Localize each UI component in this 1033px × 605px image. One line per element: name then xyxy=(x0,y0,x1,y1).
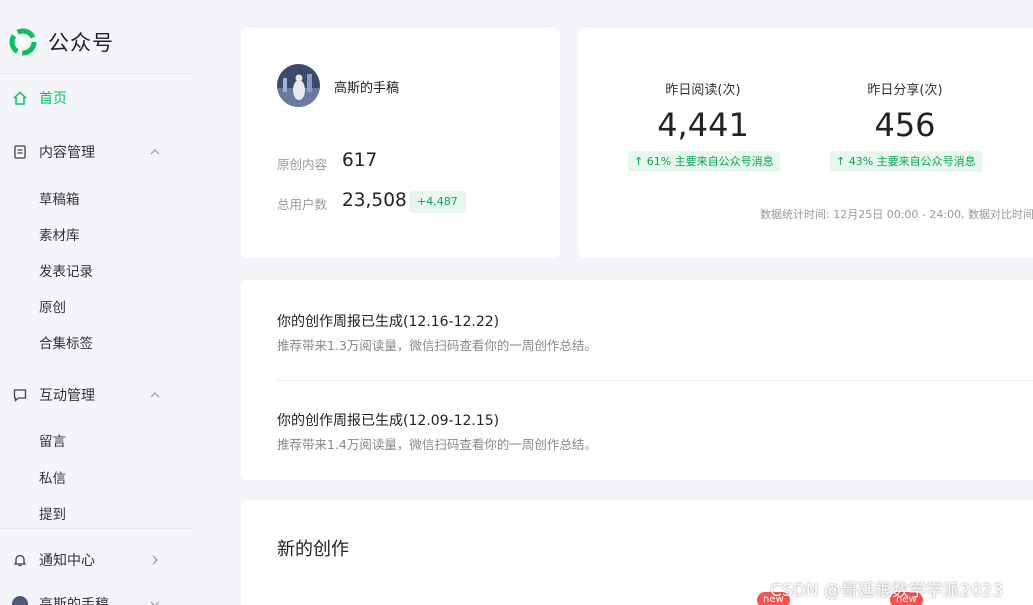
report-title: 你的创作周报已生成(12.16-12.22) xyxy=(277,314,500,330)
sidebar-item-original[interactable]: 原创 xyxy=(39,298,66,318)
home-icon xyxy=(12,90,28,106)
report-title: 你的创作周报已生成(12.09-12.15) xyxy=(277,413,500,429)
chevron-up-icon xyxy=(150,149,160,155)
sidebar-item-label: 首页 xyxy=(39,91,67,107)
brand[interactable]: 公众号 xyxy=(8,26,114,58)
sidebar-item-collection-tags[interactable]: 合集标签 xyxy=(39,334,93,354)
divider xyxy=(277,380,1033,381)
chevron-down-icon xyxy=(150,601,160,605)
total-users-label: 总用户数 xyxy=(277,197,328,212)
sidebar-item-private-messages[interactable]: 私信 xyxy=(39,469,66,489)
sidebar-item-mentions[interactable]: 提到 xyxy=(39,505,66,525)
sidebar-item-comments[interactable]: 留言 xyxy=(39,432,66,452)
reads-value: 4,441 xyxy=(657,106,749,144)
account-name: 高斯的手稿 xyxy=(334,81,400,96)
divider xyxy=(0,528,192,529)
weekly-reports-card: 你的创作周报已生成(12.16-12.22) 推荐带来1.3万阅读量，微信扫码查… xyxy=(241,280,1033,480)
message-icon xyxy=(12,387,28,403)
wechat-official-logo-icon xyxy=(9,28,37,56)
avatar[interactable] xyxy=(277,64,320,107)
sidebar-item-library[interactable]: 素材库 xyxy=(39,226,80,246)
chevron-up-icon xyxy=(150,392,160,398)
chevron-right-icon xyxy=(152,555,158,565)
account-avatar xyxy=(12,596,28,605)
shares-change-badge: ↑ 43% 主要来自公众号消息 xyxy=(830,151,982,172)
sidebar-item-label: 互动管理 xyxy=(39,388,95,404)
sidebar-item-notifications[interactable]: 通知中心 xyxy=(12,549,158,571)
original-content-label: 原创内容 xyxy=(277,157,328,172)
shares-value: 456 xyxy=(874,106,936,144)
sidebar-item-home[interactable]: 首页 xyxy=(12,87,67,109)
sidebar-item-drafts[interactable]: 草稿箱 xyxy=(39,190,80,210)
bell-icon xyxy=(12,552,28,568)
report-description: 推荐带来1.4万阅读量，微信扫码查看你的一周创作总结。 xyxy=(277,437,597,452)
document-icon xyxy=(12,144,28,160)
reads-change-badge: ↑ 61% 主要来自公众号消息 xyxy=(628,151,780,172)
stats-time-note: 数据统计时间: 12月25日 00:00 - 24:00, 数据对比时间: 前 xyxy=(760,208,1033,221)
shares-label: 昨日分享(次) xyxy=(867,83,943,98)
new-creation-title: 新的创作 xyxy=(277,539,349,560)
sidebar-item-content-management[interactable]: 内容管理 xyxy=(12,141,160,163)
watermark: CSDN @哥廷根数学学派2023 xyxy=(770,581,1004,601)
reads-label: 昨日阅读(次) xyxy=(665,83,741,98)
divider xyxy=(0,73,192,74)
report-description: 推荐带来1.3万阅读量，微信扫码查看你的一周创作总结。 xyxy=(277,338,597,353)
sidebar-item-interaction-management[interactable]: 互动管理 xyxy=(12,384,160,406)
brand-name: 公众号 xyxy=(48,31,114,55)
yesterday-stats-card: 昨日阅读(次) 4,441 ↑ 61% 主要来自公众号消息 昨日分享(次) 45… xyxy=(578,28,1033,258)
sidebar: 公众号 首页 内容管理 草稿箱 素材库 发表记录 原创 合集标签 互动管理 留言… xyxy=(0,0,192,605)
original-content-count: 617 xyxy=(342,150,378,171)
sidebar-item-label: 高斯的手稿 xyxy=(39,597,109,605)
sidebar-item-label: 内容管理 xyxy=(39,145,95,161)
account-overview-card: 高斯的手稿 原创内容 617 总用户数 23,508 +4,487 xyxy=(241,28,560,258)
sidebar-item-label: 通知中心 xyxy=(39,553,95,569)
users-delta-badge: +4,487 xyxy=(409,191,466,213)
sidebar-item-account[interactable]: 高斯的手稿 xyxy=(12,593,160,605)
total-users-count: 23,508 xyxy=(342,190,407,211)
sidebar-item-publish-records[interactable]: 发表记录 xyxy=(39,262,93,282)
